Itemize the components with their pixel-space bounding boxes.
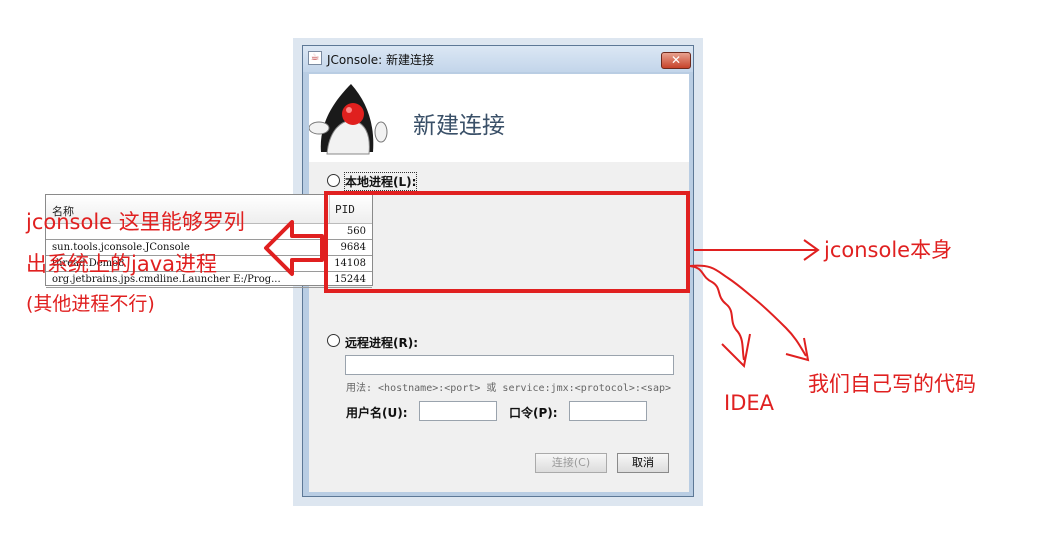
annotation-idea: IDEA: [724, 391, 774, 415]
arrow-idea-icon: [689, 265, 751, 369]
left-arrow-icon: [264, 220, 324, 276]
arrow-jconsole-self-icon: [694, 239, 820, 261]
annotation-left-line1: jconsole 这里能够罗列: [26, 210, 245, 234]
annotation-left-line3: (其他进程不行): [26, 293, 155, 315]
annotation-our-code: 我们自己写的代码: [808, 372, 976, 396]
annotation-left-line2: 出系统上的java进程: [26, 252, 217, 276]
annotation-jconsole-self: jconsole本身: [824, 238, 953, 262]
